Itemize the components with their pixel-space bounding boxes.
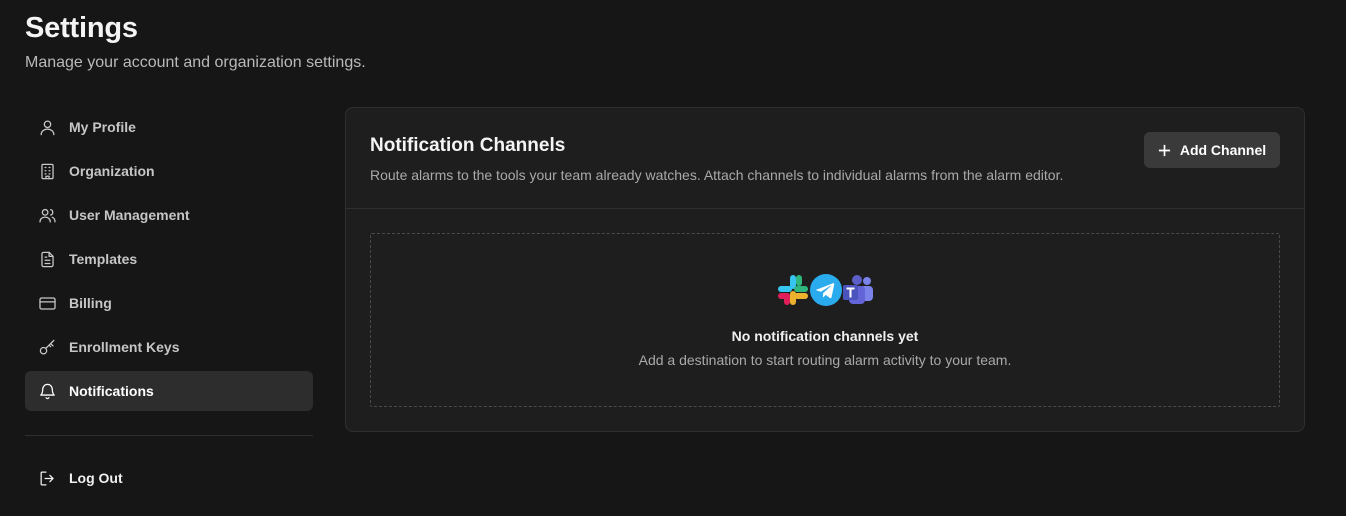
sidebar-item-organization[interactable]: Organization: [25, 151, 313, 191]
settings-page: Settings Manage your account and organiz…: [0, 0, 1346, 516]
bell-icon: [37, 381, 57, 401]
logout-icon: [37, 468, 57, 488]
add-channel-label: Add Channel: [1179, 142, 1267, 158]
channel-icons: [776, 273, 876, 309]
logout-button[interactable]: Log Out: [25, 458, 313, 498]
plus-icon: [1158, 144, 1171, 157]
empty-state-title: No notification channels yet: [731, 328, 919, 344]
sidebar-item-notifications[interactable]: Notifications: [25, 371, 313, 411]
add-channel-button[interactable]: Add Channel: [1144, 132, 1280, 168]
sidebar-item-label: Notifications: [69, 383, 154, 399]
slack-icon: [778, 275, 808, 305]
telegram-icon: [810, 274, 842, 306]
sidebar-item-user-management[interactable]: User Management: [25, 195, 313, 235]
sidebar-item-label: User Management: [69, 207, 190, 223]
sidebar-item-enrollment-keys[interactable]: Enrollment Keys: [25, 327, 313, 367]
logout-label: Log Out: [69, 470, 123, 486]
sidebar-item-label: Templates: [69, 251, 138, 267]
building-icon: [37, 161, 57, 181]
user-icon: [37, 117, 57, 137]
sidebar-item-label: Billing: [69, 295, 112, 311]
logout-area: Log Out: [25, 458, 313, 502]
sidebar-item-templates[interactable]: Templates: [25, 239, 313, 279]
card-header: Notification Channels Route alarms to th…: [346, 108, 1304, 209]
users-icon: [37, 205, 57, 225]
card-title: Notification Channels: [370, 135, 566, 156]
sidebar-item-label: Organization: [69, 163, 155, 179]
teams-icon: [843, 275, 873, 304]
sidebar-divider: [25, 435, 313, 436]
sidebar-item-label: Enrollment Keys: [69, 339, 180, 355]
card-description: Route alarms to the tools your team alre…: [370, 167, 1064, 183]
sidebar-item-label: My Profile: [69, 119, 136, 135]
file-text-icon: [37, 249, 57, 269]
sidebar-item-my-profile[interactable]: My Profile: [25, 107, 313, 147]
empty-state-description: Add a destination to start routing alarm…: [638, 352, 1012, 368]
page-title: Settings: [25, 12, 138, 44]
settings-sidebar: My Profile Organization User Management …: [25, 107, 313, 415]
notification-channels-card: Notification Channels Route alarms to th…: [345, 107, 1305, 432]
credit-card-icon: [37, 293, 57, 313]
key-icon: [37, 337, 57, 357]
empty-state: No notification channels yet Add a desti…: [370, 233, 1280, 407]
sidebar-item-billing[interactable]: Billing: [25, 283, 313, 323]
page-subtitle: Manage your account and organization set…: [25, 54, 366, 71]
